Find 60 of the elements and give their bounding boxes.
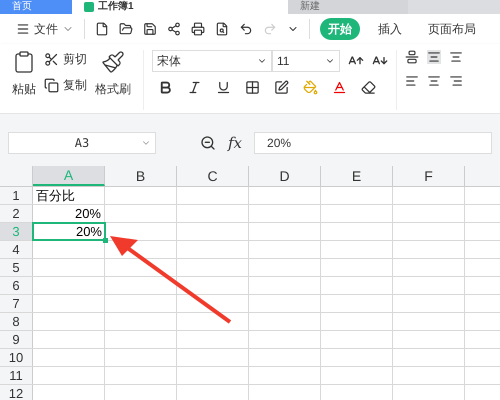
column-header[interactable]: B (105, 166, 177, 186)
cut-button[interactable]: 剪切 (44, 50, 87, 68)
menu-icon (16, 22, 30, 36)
row-header[interactable]: 5 (0, 259, 33, 276)
fill-handle[interactable] (103, 238, 108, 243)
row-header[interactable]: 10 (0, 349, 33, 366)
row-header[interactable]: 4 (0, 241, 33, 258)
row-header[interactable]: 8 (0, 313, 33, 330)
align-bottom-icon[interactable] (449, 50, 463, 64)
table-cell[interactable]: 20% (33, 205, 105, 222)
function-label[interactable]: fx (228, 132, 242, 154)
cell-style-icon[interactable] (274, 80, 289, 95)
print-preview-icon[interactable] (215, 22, 229, 36)
document-tab[interactable]: 新建 (288, 0, 408, 14)
row-header[interactable]: 11 (0, 367, 33, 384)
scissors-icon (44, 52, 59, 66)
row-header[interactable]: 9 (0, 331, 33, 348)
table-cell[interactable]: 20% (33, 223, 105, 240)
underline-icon[interactable] (216, 80, 231, 95)
font-color-icon[interactable] (332, 80, 347, 95)
printer-icon[interactable] (191, 22, 205, 36)
table-cell[interactable]: 百分比 (33, 187, 105, 204)
align-center-icon[interactable] (427, 74, 441, 88)
align-right-icon[interactable] (449, 74, 463, 88)
row-header[interactable]: 1 (0, 187, 33, 204)
align-middle-icon[interactable] (427, 50, 441, 64)
ribbon-tab[interactable]: 页面布局 (420, 18, 484, 40)
align-left-icon[interactable] (405, 74, 419, 88)
borders-icon[interactable] (245, 80, 260, 95)
copy-button[interactable]: 复制 (44, 76, 87, 94)
zoom-out-icon[interactable] (200, 135, 216, 151)
folder-icon[interactable] (119, 22, 133, 36)
file-menu[interactable]: 文件 (16, 20, 74, 38)
row-header[interactable]: 2 (0, 205, 33, 222)
font-name-field[interactable]: 宋体 (152, 50, 272, 72)
share-icon[interactable] (167, 22, 181, 36)
copy-icon (44, 78, 59, 92)
bold-icon[interactable] (158, 80, 173, 95)
column-header[interactable]: F (393, 166, 465, 186)
eraser-icon[interactable] (361, 80, 376, 95)
font-size-field[interactable]: 11 (272, 50, 340, 72)
name-box[interactable]: A3 (8, 132, 156, 154)
paintbrush-icon (101, 50, 125, 74)
italic-icon[interactable] (187, 80, 202, 95)
row-header[interactable]: 12 (0, 385, 33, 400)
new-file-icon[interactable] (95, 22, 109, 36)
spreadsheet-icon (84, 2, 94, 12)
save-icon[interactable] (143, 22, 157, 36)
fill-color-icon[interactable] (303, 80, 318, 95)
column-header[interactable]: E (321, 166, 393, 186)
paste-button[interactable]: 粘贴 (12, 50, 36, 110)
ribbon-tab[interactable]: 插入 (370, 18, 410, 40)
format-painter-button[interactable]: 格式刷 (95, 50, 131, 110)
undo-icon[interactable] (239, 22, 253, 36)
formula-field[interactable]: 20% (254, 132, 492, 154)
column-header[interactable]: C (177, 166, 249, 186)
row-header[interactable]: 7 (0, 295, 33, 312)
column-header[interactable]: D (249, 166, 321, 186)
row-header[interactable]: 6 (0, 277, 33, 294)
document-tab[interactable]: 工作簿1 (72, 0, 288, 14)
